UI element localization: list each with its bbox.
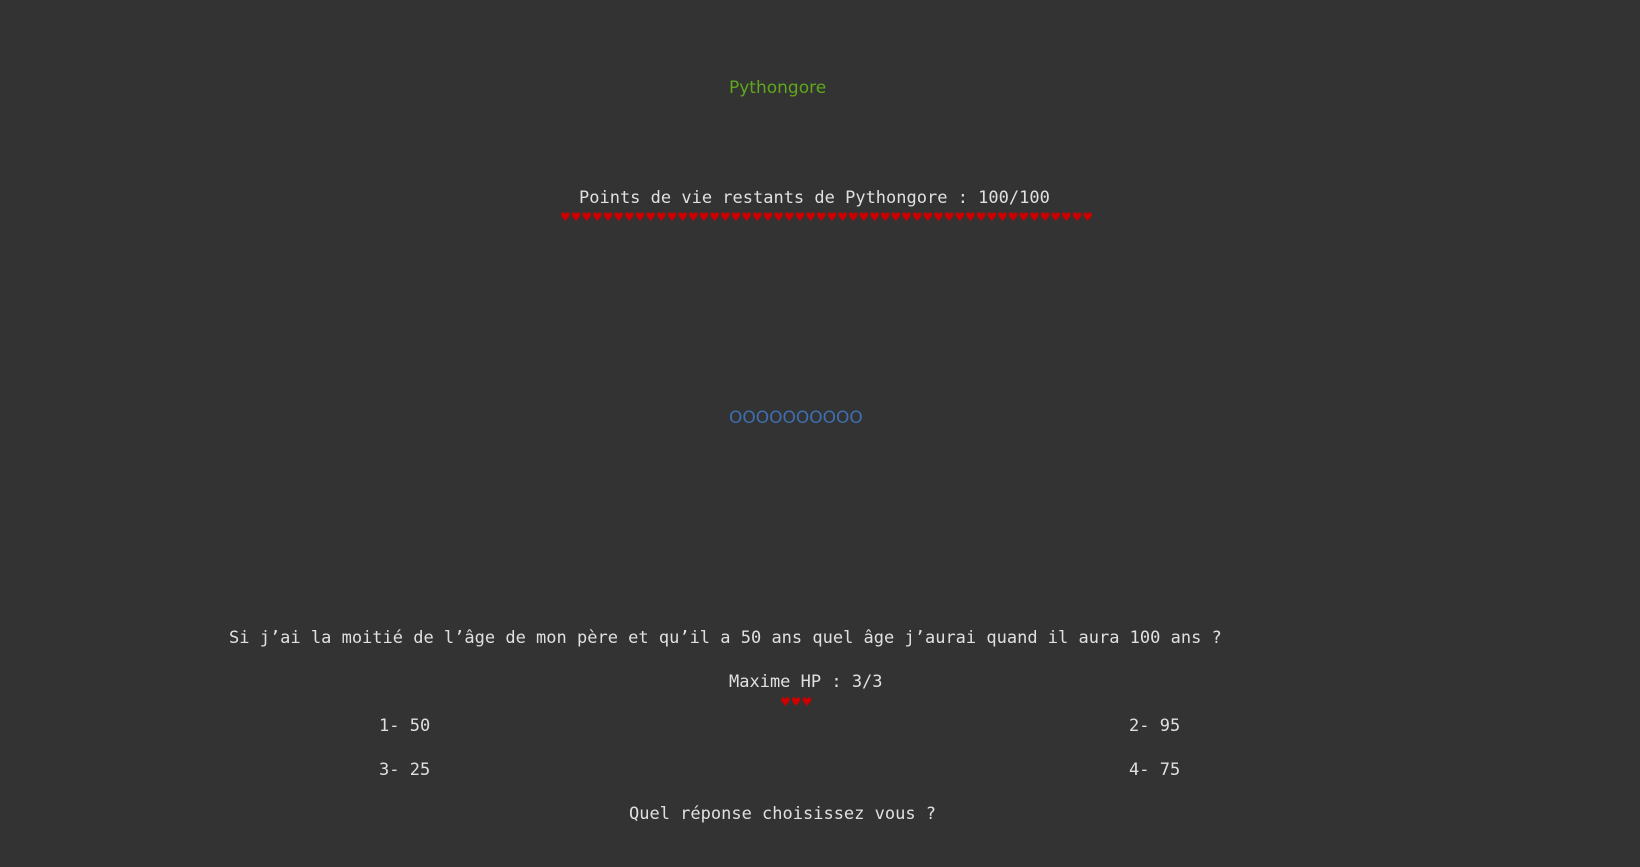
boss-hp-hearts: ♥♥♥♥♥♥♥♥♥♥♥♥♥♥♥♥♥♥♥♥♥♥♥♥♥♥♥♥♥♥♥♥♥♥♥♥♥♥♥♥… [560, 210, 1093, 224]
answer-option-3[interactable]: 3- 25 [379, 759, 430, 781]
answer-prompt: Quel réponse choisissez vous ? [629, 804, 937, 824]
boss-name: Pythongore [729, 78, 827, 98]
answer-option-1[interactable]: 1- 50 [379, 715, 430, 737]
answer-option-2[interactable]: 2- 95 [1129, 715, 1180, 737]
question-text: Si j’ai la moitié de l’âge de mon père e… [229, 628, 1222, 648]
boss-hp-label: Points de vie restants de Pythongore : 1… [579, 188, 1050, 208]
game-screen: Pythongore Points de vie restants de Pyt… [0, 0, 1640, 867]
boss-sprite: OOOOOOOOOO [729, 408, 863, 428]
player-hp-hearts: ♥♥♥ [780, 695, 813, 709]
player-hp-label: Maxime HP : 3/3 [729, 672, 883, 692]
answer-option-4[interactable]: 4- 75 [1129, 759, 1180, 781]
